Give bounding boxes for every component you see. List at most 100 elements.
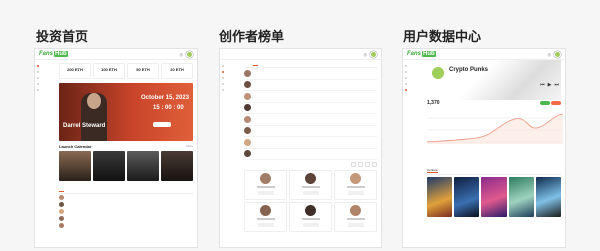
stat-card: 50 ETH (127, 63, 159, 79)
tab-content[interactable]: Content (427, 168, 438, 173)
avatar (244, 127, 251, 135)
follow-button[interactable] (347, 223, 364, 227)
avatar (59, 195, 64, 200)
user-data-panel: Fans Hub ◎ Crypto Punks ⏮ ▶ ⏭ 1,370 Cont… (402, 48, 566, 248)
table-row[interactable] (59, 215, 193, 222)
sidebar (403, 60, 425, 247)
page-button[interactable] (358, 162, 363, 167)
nft-card[interactable] (427, 177, 453, 217)
content-tabs: Content (427, 168, 561, 175)
play-icon[interactable]: ▶ (548, 82, 552, 88)
top-bar: Fans Hub ◎ (35, 49, 197, 60)
avatar (244, 138, 251, 146)
wallet-icon[interactable]: ◎ (548, 52, 552, 57)
page-button[interactable] (372, 162, 377, 167)
creator-card[interactable] (334, 170, 377, 200)
ranking-panel: ◎ (219, 48, 382, 248)
home-main: 200 ETH 100 ETH 50 ETH 20 ETH Darrel Ste… (59, 63, 193, 247)
sidebar-item-data[interactable] (405, 87, 423, 93)
next-icon[interactable]: ⏭ (554, 82, 559, 88)
list-item[interactable] (244, 68, 377, 80)
tab[interactable] (81, 187, 86, 192)
logo[interactable]: Fans Hub (407, 51, 436, 57)
launch-card[interactable] (127, 151, 159, 181)
launch-card[interactable] (93, 151, 125, 181)
stat-card: 200 ETH (59, 63, 91, 79)
list-item[interactable] (244, 80, 377, 91)
follow-button[interactable] (302, 223, 319, 227)
creator-card[interactable] (289, 170, 332, 200)
creator-card[interactable] (334, 202, 377, 232)
nft-card[interactable] (508, 177, 534, 217)
profile-avatar (431, 66, 445, 80)
creator-card[interactable] (244, 170, 287, 200)
avatar (59, 216, 64, 221)
avatar[interactable] (186, 50, 193, 58)
tab[interactable] (273, 61, 276, 66)
wallet-icon[interactable]: ◎ (180, 52, 184, 57)
follow-button[interactable] (302, 191, 319, 195)
nft-card[interactable] (535, 177, 562, 217)
list-item[interactable] (244, 114, 377, 126)
prev-icon[interactable]: ⏮ (540, 82, 545, 88)
profile-cover: Crypto Punks ⏮ ▶ ⏭ (427, 60, 561, 100)
tab[interactable] (264, 61, 267, 66)
launch-title: Launch Calendar (59, 144, 92, 149)
launch-header: Launch Calendar More (59, 144, 193, 149)
tab[interactable] (244, 61, 247, 66)
sidebar-item[interactable] (222, 87, 240, 93)
nft-grid (427, 177, 562, 217)
avatar (260, 173, 271, 184)
stat-card: 100 ETH (93, 63, 125, 79)
tab[interactable] (454, 168, 458, 173)
page-button[interactable] (351, 162, 356, 167)
avatar (244, 81, 251, 89)
buy-button[interactable] (540, 100, 551, 105)
table-row[interactable] (59, 194, 193, 201)
tab[interactable] (59, 187, 65, 192)
nft-card[interactable] (454, 177, 480, 217)
stat-card: 20 ETH (161, 63, 193, 79)
list-item[interactable] (244, 149, 377, 160)
avatar[interactable] (370, 50, 377, 58)
wallet-icon[interactable]: ◎ (364, 52, 368, 57)
table-tabs (59, 187, 193, 194)
sell-button[interactable] (551, 100, 561, 105)
stats-row: 1,370 (427, 100, 561, 106)
list-item[interactable] (244, 126, 377, 137)
sidebar (35, 60, 57, 247)
hero-button[interactable] (153, 122, 171, 127)
follow-button[interactable] (257, 191, 274, 195)
table-row[interactable] (59, 222, 193, 229)
ranking-list (244, 68, 377, 160)
avatar[interactable] (554, 50, 561, 58)
table-row[interactable] (59, 208, 193, 215)
page-button[interactable] (365, 162, 370, 167)
ranking-main (244, 61, 377, 247)
hero-banner[interactable]: Darrel Steward October 15, 2023 15 : 00 … (59, 83, 193, 141)
creator-card[interactable] (289, 202, 332, 232)
tab[interactable] (444, 168, 448, 173)
creator-card[interactable] (244, 202, 287, 232)
follow-button[interactable] (347, 191, 364, 195)
launch-cards (59, 151, 193, 181)
avatar (59, 223, 64, 228)
logo[interactable]: Fans Hub (39, 51, 68, 57)
table-row[interactable] (59, 201, 193, 208)
player-controls: ⏮ ▶ ⏭ (540, 82, 559, 88)
list-item[interactable] (244, 103, 377, 114)
tab[interactable] (252, 61, 258, 66)
tab[interactable] (70, 187, 75, 192)
list-item[interactable] (244, 91, 377, 103)
hero-date: October 15, 2023 (141, 95, 190, 101)
follow-button[interactable] (257, 223, 274, 227)
launch-card[interactable] (59, 151, 91, 181)
profile-name: Crypto Punks (449, 67, 489, 73)
nft-card[interactable] (481, 177, 507, 217)
sidebar-item[interactable] (37, 87, 55, 93)
list-item[interactable] (244, 137, 377, 149)
avatar (59, 209, 64, 214)
launch-card[interactable] (161, 151, 193, 181)
avatar (305, 173, 316, 184)
more-link[interactable]: More (186, 144, 193, 149)
